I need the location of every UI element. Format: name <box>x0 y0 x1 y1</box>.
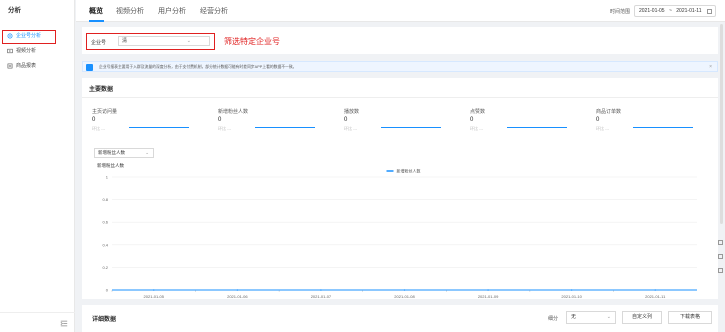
sidebar-highlight-box <box>2 30 56 44</box>
scrollbar[interactable] <box>720 24 723 224</box>
data-point <box>152 289 155 291</box>
info-icon <box>86 63 93 71</box>
tab-user-analysis[interactable]: 用户分析 <box>158 6 186 16</box>
help-icon[interactable] <box>718 268 723 273</box>
data-point <box>570 289 573 291</box>
y-tick-label: 0.2 <box>102 265 108 270</box>
collapse-icon[interactable] <box>60 320 68 327</box>
download-table-button[interactable]: 下载表格 <box>668 311 712 324</box>
main-data-card: 主要数据 主页访问量 0 环比 --- 新增粉丝人数 0 环比 --- 播放数 … <box>82 78 718 299</box>
tab-video-analysis[interactable]: 视频分析 <box>116 6 144 16</box>
tab-overview[interactable]: 概览 <box>89 6 103 16</box>
sidebar: 分析 企业号分析 视频分析 商品报表 <box>0 0 75 332</box>
data-point <box>320 289 322 291</box>
data-point <box>487 289 489 291</box>
data-point <box>236 289 239 291</box>
x-tick-label: 2021-01-07 <box>311 294 332 299</box>
sidebar-title: 分析 <box>8 7 21 14</box>
x-tick-label: 2021-01-05 <box>144 294 165 299</box>
y-tick-label: 0.4 <box>102 242 108 247</box>
group-label: 细分 <box>548 316 559 322</box>
notice-banner: 企业号报表主要用于入群及流量的深度分析，由于支付费机制，部分统计数据可能有时差同… <box>82 61 718 72</box>
y-tick-label: 0.6 <box>102 220 108 225</box>
date-range-picker[interactable]: 2021-01-05 ~ 2021-01-11 <box>634 5 716 17</box>
x-tick-label: 2021-01-11 <box>645 294 666 299</box>
chevron-down-icon: ⌄ <box>606 314 611 320</box>
report-icon <box>7 63 13 69</box>
date-start: 2021-01-05 <box>639 8 665 14</box>
y-tick-label: 0 <box>106 288 109 293</box>
feedback-icon[interactable] <box>718 254 723 259</box>
data-point <box>654 289 657 291</box>
group-select-value: 无 <box>571 314 577 320</box>
enterprise-select[interactable]: 清 ⌄ <box>118 36 210 46</box>
y-tick-label: 1 <box>106 175 109 180</box>
x-tick-label: 2021-01-09 <box>478 294 499 299</box>
notice-text: 企业号报表主要用于入群及流量的深度分析，由于支付费机制，部分统计数据可能有时差同… <box>99 65 297 69</box>
date-end: 2021-01-11 <box>676 8 702 14</box>
sidebar-item-label: 视频分析 <box>16 48 37 54</box>
active-tab-underline <box>89 20 104 22</box>
x-tick-label: 2021-01-08 <box>394 294 415 299</box>
x-tick-label: 2021-01-10 <box>561 294 582 299</box>
chevron-down-icon: ⌄ <box>186 38 191 44</box>
filter-card: 企业号 清 ⌄ 筛选特定企业号 <box>82 27 718 54</box>
group-select[interactable]: 无 ⌄ <box>566 311 616 324</box>
detail-title: 详细数据 <box>92 317 117 323</box>
close-icon[interactable]: × <box>709 64 712 70</box>
sidebar-item-video-analysis[interactable]: 视频分析 <box>0 45 74 57</box>
sidebar-item-label: 商品报表 <box>16 63 37 69</box>
calendar-icon <box>707 8 712 14</box>
time-range-label: 时间范围 <box>610 9 631 15</box>
x-tick-label: 2021-01-06 <box>227 294 248 299</box>
detail-data-card: 详细数据 细分 无 ⌄ 自定义列 下载表格 <box>82 305 718 332</box>
side-toolbar <box>716 240 725 290</box>
line-chart: 新增粉丝人数 0 0.2 0.4 0.6 0.8 1 2021-01-05 2021-01-06… <box>97 162 697 299</box>
video-icon <box>7 48 13 54</box>
legend-label: 新增粉丝人数 <box>397 168 421 174</box>
edit-icon[interactable] <box>718 240 723 245</box>
y-tick-label: 0.8 <box>102 197 108 202</box>
y-axis-title: 新增粉丝人数 <box>97 162 124 169</box>
sidebar-item-product-report[interactable]: 商品报表 <box>0 60 74 72</box>
filter-label: 企业号 <box>91 40 107 46</box>
custom-columns-button[interactable]: 自定义列 <box>622 311 662 324</box>
date-separator: ~ <box>668 8 672 14</box>
data-point <box>403 289 406 291</box>
enterprise-select-value: 清 <box>122 38 128 44</box>
tab-business-analysis[interactable]: 经营分析 <box>200 6 228 16</box>
sidebar-divider <box>0 312 75 313</box>
annotation-text: 筛选特定企业号 <box>224 37 280 46</box>
